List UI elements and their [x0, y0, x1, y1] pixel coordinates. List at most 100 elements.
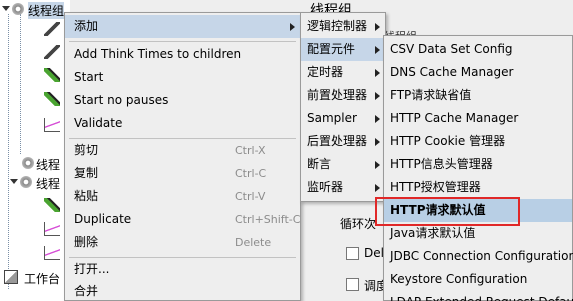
menu-item-open[interactable]: 打开... — [65, 258, 300, 281]
expand-icon[interactable] — [2, 6, 10, 11]
submenu-arrow-icon — [375, 23, 380, 31]
menu-item-label: 后置处理器 — [307, 134, 368, 148]
tree-node-label: 线程 — [36, 177, 61, 191]
tree-guide-line — [8, 14, 9, 289]
config-item-http-cookie-manager[interactable]: HTTP Cookie 管理器 — [384, 130, 572, 153]
chart-icon — [44, 246, 60, 260]
context-menu: 添加 Add Think Times to children Start Sta… — [64, 12, 301, 301]
menu-item-paste[interactable]: 粘贴 Ctrl-V — [65, 185, 300, 208]
menu-item-add[interactable]: 添加 — [65, 15, 300, 38]
delay-thread-label: Del — [364, 246, 384, 260]
config-item-ldap-extended-defaults[interactable]: LDAP Extended Request Defaults — [384, 291, 573, 301]
shortcut-label: Ctrl-X — [235, 144, 266, 157]
menu-item-label: Start no pauses — [74, 93, 169, 107]
workbench-icon — [4, 270, 18, 284]
dropper-icon — [44, 68, 60, 82]
gear-icon — [12, 3, 24, 15]
submenu-item-timer[interactable]: 定时器 — [301, 61, 385, 84]
test-plan-tree[interactable]: 线程组 线程 线程 工作台 — [0, 0, 70, 301]
menu-item-label: 合并 — [74, 284, 99, 298]
menu-item-label: HTTP Cache Manager — [390, 111, 519, 125]
loop-count-label: 循环次 — [340, 217, 377, 231]
menu-item-label: Start — [74, 70, 104, 84]
submenu-arrow-icon — [375, 69, 380, 77]
config-item-java-request-defaults[interactable]: Java请求默认值 — [384, 222, 572, 245]
submenu-item-config-element[interactable]: 配置元件 — [301, 38, 385, 61]
menu-item-cut[interactable]: 剪切 Ctrl-X — [65, 139, 300, 162]
submenu-arrow-icon — [375, 46, 380, 54]
menu-item-label: DNS Cache Manager — [390, 65, 514, 79]
delay-thread-checkbox[interactable] — [346, 247, 359, 260]
submenu-item-listener[interactable]: 监听器 — [301, 176, 385, 199]
submenu-item-post-processor[interactable]: 后置处理器 — [301, 130, 385, 153]
menu-item-label: CSV Data Set Config — [390, 42, 513, 56]
menu-item-label: LDAP Extended Request Defaults — [390, 291, 573, 301]
menu-item-label: JDBC Connection Configuration — [390, 249, 573, 263]
scheduler-checkbox[interactable] — [346, 278, 359, 291]
menu-item-label: HTTP Cookie 管理器 — [390, 134, 506, 148]
menu-item-label: HTTP请求默认值 — [390, 203, 486, 217]
expand-icon[interactable] — [10, 179, 18, 184]
menu-item-label: FTP请求缺省值 — [390, 88, 472, 102]
config-item-keystore[interactable]: Keystore Configuration — [384, 268, 572, 291]
submenu-arrow-icon — [375, 161, 380, 169]
menu-item-validate[interactable]: Validate — [65, 112, 300, 135]
menu-item-delete[interactable]: 删除 Delete — [65, 231, 300, 254]
config-item-jdbc-connection[interactable]: JDBC Connection Configuration — [384, 245, 573, 268]
menu-item-add-think-times[interactable]: Add Think Times to children — [65, 43, 300, 66]
wrench-icon — [44, 45, 60, 59]
submenu-arrow-icon — [290, 23, 295, 31]
menu-item-start-no-pauses[interactable]: Start no pauses — [65, 89, 300, 112]
menu-item-label: Sampler — [307, 111, 357, 125]
tree-node-label: 工作台 — [24, 272, 61, 286]
shortcut-label: Ctrl-V — [235, 190, 266, 203]
menu-item-copy[interactable]: 复制 Ctrl-C — [65, 162, 300, 185]
config-item-dns-cache-manager[interactable]: DNS Cache Manager — [384, 61, 572, 84]
menu-item-label: HTTP授权管理器 — [390, 180, 481, 194]
submenu-item-logic-controller[interactable]: 逻辑控制器 — [301, 15, 385, 38]
chart-icon — [44, 118, 60, 132]
add-submenu: 逻辑控制器 配置元件 定时器 前置处理器 Sampler 后置处理器 断言 监听… — [300, 12, 386, 202]
submenu-arrow-icon — [375, 92, 380, 100]
tree-node-label: 线程 — [36, 158, 61, 172]
config-item-http-header-manager[interactable]: HTTP信息头管理器 — [384, 153, 572, 176]
menu-item-label: 监听器 — [307, 180, 344, 194]
menu-item-label: 复制 — [74, 166, 99, 180]
dropper-icon — [44, 198, 60, 212]
config-item-http-request-defaults[interactable]: HTTP请求默认值 — [384, 199, 572, 222]
menu-item-merge[interactable]: 合并 — [65, 280, 300, 301]
submenu-arrow-icon — [375, 184, 380, 192]
shortcut-label: Ctrl+Shift-C — [235, 213, 301, 226]
menu-item-label: Keystore Configuration — [390, 272, 528, 286]
menu-item-start[interactable]: Start — [65, 66, 300, 89]
menu-item-label: 打开... — [74, 262, 110, 276]
menu-item-label: 添加 — [74, 19, 99, 33]
menu-item-label: Add Think Times to children — [74, 47, 242, 61]
tree-node-thread-group[interactable]: 线程组 — [2, 2, 70, 19]
menu-item-label: Java请求默认值 — [390, 226, 476, 240]
shortcut-label: Delete — [235, 236, 272, 249]
tree-node-workbench[interactable]: 工作台 — [4, 270, 70, 286]
menu-item-label: 定时器 — [307, 65, 344, 79]
menu-item-label: 配置元件 — [307, 42, 356, 56]
menu-separator — [69, 41, 296, 42]
submenu-item-assertion[interactable]: 断言 — [301, 153, 385, 176]
submenu-arrow-icon — [375, 115, 380, 123]
tree-node-thread-group-2[interactable]: 线程 — [22, 156, 70, 172]
submenu-item-pre-processor[interactable]: 前置处理器 — [301, 84, 385, 107]
wrench-icon — [44, 22, 60, 36]
menu-item-label: 前置处理器 — [307, 88, 368, 102]
menu-item-label: HTTP信息头管理器 — [390, 157, 493, 171]
config-item-csv-data-set[interactable]: CSV Data Set Config — [384, 38, 572, 61]
menu-item-label: 粘贴 — [74, 189, 99, 203]
config-item-ftp-defaults[interactable]: FTP请求缺省值 — [384, 84, 572, 107]
menu-item-label: Duplicate — [74, 212, 132, 226]
config-item-http-cache-manager[interactable]: HTTP Cache Manager — [384, 107, 572, 130]
submenu-item-sampler[interactable]: Sampler — [301, 107, 385, 130]
menu-item-label: Validate — [74, 116, 123, 130]
tree-node-thread-group-3[interactable]: 线程 — [10, 175, 70, 191]
config-item-http-auth-manager[interactable]: HTTP授权管理器 — [384, 176, 572, 199]
menu-item-duplicate[interactable]: Duplicate Ctrl+Shift-C — [65, 208, 300, 231]
shortcut-label: Ctrl-C — [235, 167, 267, 180]
menu-item-label: 删除 — [74, 235, 99, 249]
